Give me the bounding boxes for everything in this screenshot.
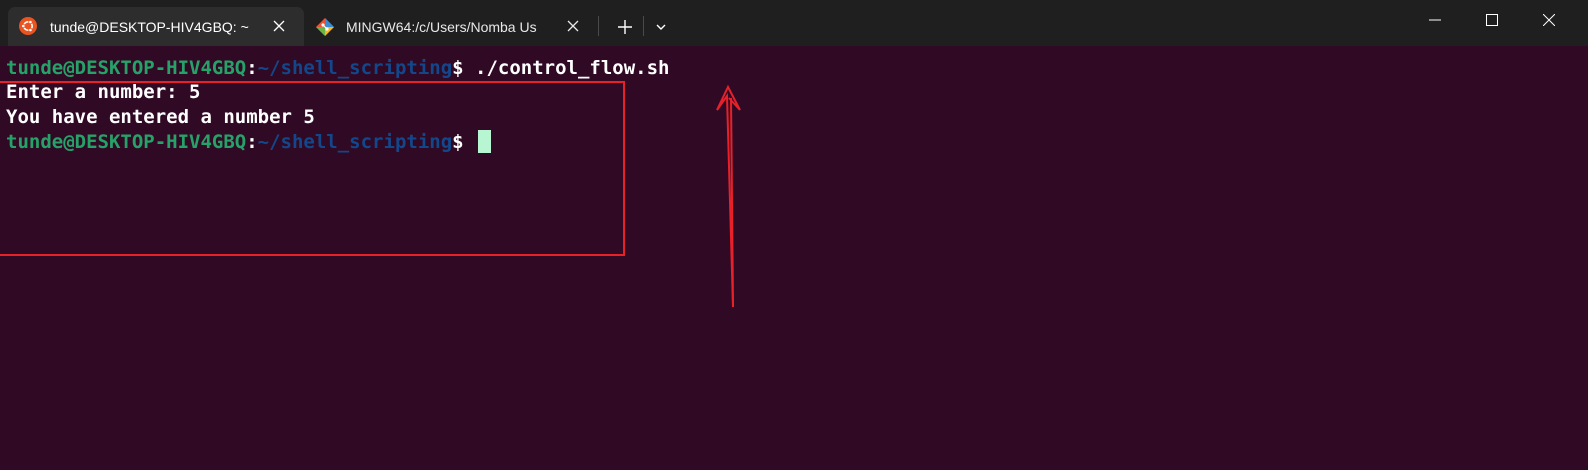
minimize-button[interactable] [1412, 0, 1458, 40]
annotation-arrow [716, 84, 741, 308]
tab-divider [598, 16, 599, 36]
close-icon[interactable] [566, 19, 580, 33]
highlight-box [0, 81, 625, 256]
prompt-user-host: tunde@DESKTOP-HIV4GBQ [6, 57, 247, 79]
tab-label: tunde@DESKTOP-HIV4GBQ: ~ [50, 19, 249, 35]
chevron-down-icon [656, 24, 666, 30]
prompt-line: tunde@DESKTOP-HIV4GBQ:~/shell_scripting$… [6, 56, 670, 81]
close-icon [1543, 14, 1555, 26]
command-text: ./control_flow.sh [475, 57, 670, 79]
plus-icon [618, 20, 632, 34]
prompt-symbol: $ [452, 57, 476, 79]
git-icon [315, 17, 334, 36]
tab-dropdown-button[interactable] [648, 15, 674, 39]
ubuntu-icon [19, 17, 37, 35]
new-tab-button[interactable] [612, 15, 638, 39]
prompt-path: ~/shell_scripting [257, 57, 453, 79]
title-bar: tunde@DESKTOP-HIV4GBQ: ~ MINGW64:/c/User… [0, 0, 1588, 46]
tab-ubuntu[interactable]: tunde@DESKTOP-HIV4GBQ: ~ [8, 7, 304, 46]
prompt-separator: : [246, 57, 258, 79]
close-window-button[interactable] [1526, 0, 1572, 40]
maximize-button[interactable] [1469, 0, 1515, 40]
minimize-icon [1429, 19, 1441, 21]
tab-mingw64[interactable]: MINGW64:/c/Users/Nomba Us [304, 7, 598, 46]
maximize-icon [1486, 14, 1498, 26]
tab-label: MINGW64:/c/Users/Nomba Us [346, 19, 537, 35]
tab-divider [643, 16, 644, 36]
terminal-window: tunde@DESKTOP-HIV4GBQ: ~ MINGW64:/c/User… [0, 0, 1588, 470]
close-icon[interactable] [272, 19, 286, 33]
